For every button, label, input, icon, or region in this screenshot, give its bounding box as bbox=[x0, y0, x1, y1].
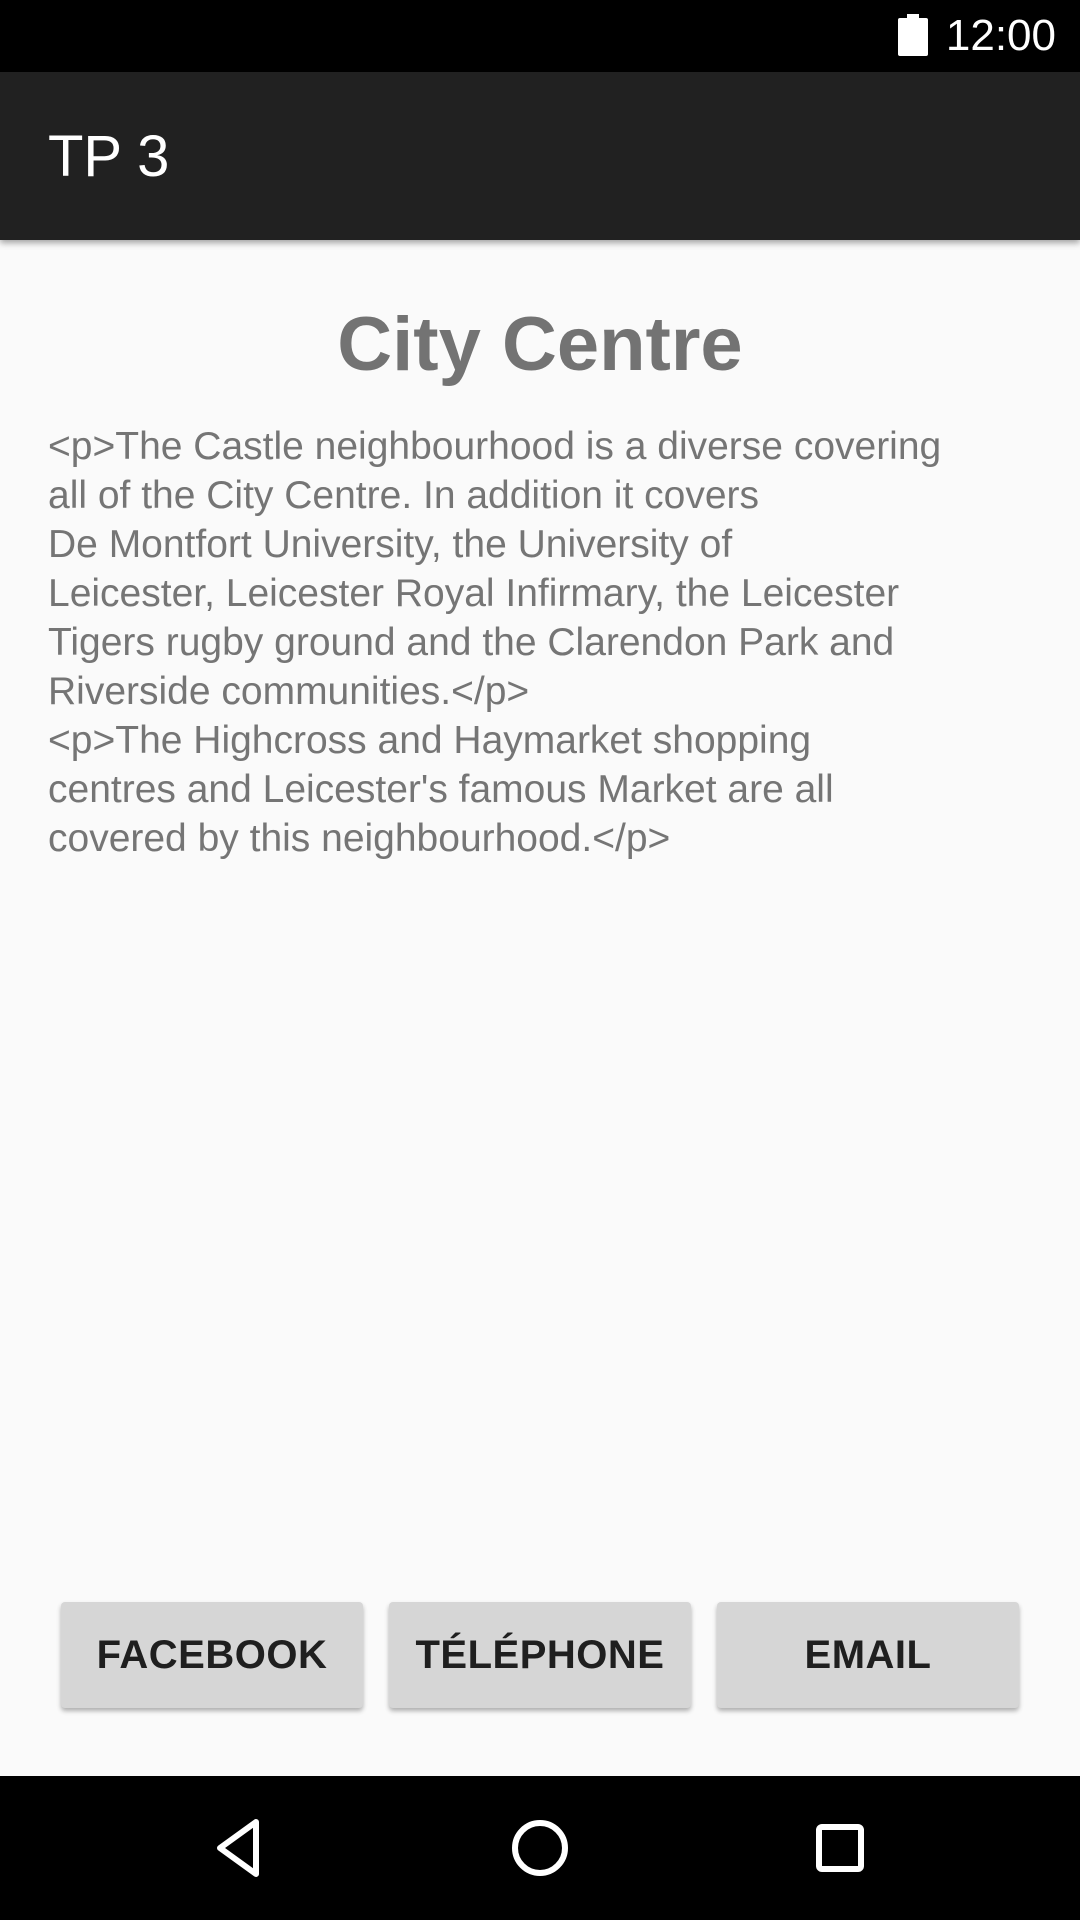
status-bar: 12:00 bbox=[0, 0, 1080, 72]
telephone-button[interactable]: TÉLÉPHONE bbox=[389, 1602, 691, 1708]
email-button[interactable]: EMAIL bbox=[717, 1602, 1019, 1708]
home-icon[interactable] bbox=[504, 1812, 576, 1884]
app-title: TP 3 bbox=[48, 124, 170, 189]
back-icon[interactable] bbox=[204, 1812, 276, 1884]
recent-apps-icon[interactable] bbox=[804, 1812, 876, 1884]
page-title: City Centre bbox=[337, 302, 743, 387]
navigation-bar bbox=[0, 1776, 1080, 1920]
status-time: 12:00 bbox=[945, 11, 1056, 60]
app-bar: TP 3 bbox=[0, 72, 1080, 240]
facebook-button[interactable]: FACEBOOK bbox=[61, 1602, 363, 1708]
description-text: <p>The Castle neighbourhood is a diverse… bbox=[48, 425, 942, 860]
battery-full-icon bbox=[898, 14, 928, 56]
screen: 12:00 TP 3 City Centre <p>The Castle nei… bbox=[0, 0, 1080, 1920]
